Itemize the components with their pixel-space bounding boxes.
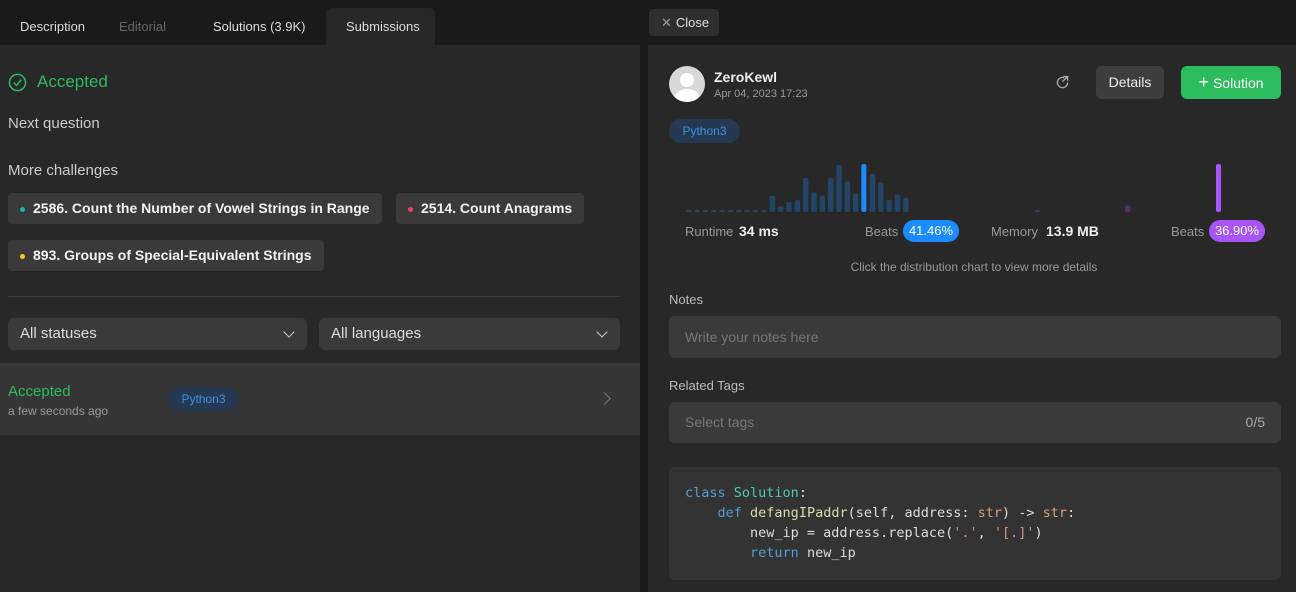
notes-label: Notes (669, 292, 703, 307)
memory-beats-badge: 36.90% (1209, 220, 1265, 242)
distribution-bar[interactable] (869, 173, 876, 212)
tab-solutions[interactable]: Solutions (3.9K) (193, 8, 326, 45)
distribution-bar[interactable] (903, 197, 909, 212)
details-button[interactable]: Details (1096, 66, 1164, 99)
runtime-value: 34 ms (739, 223, 779, 239)
solution-button[interactable]: + Solution (1181, 66, 1281, 99)
runtime-distribution-chart[interactable] (678, 160, 968, 215)
distribution-bar[interactable] (702, 210, 709, 212)
plus-icon: + (1198, 72, 1209, 92)
highlighted-bar[interactable] (1216, 164, 1221, 212)
distribution-bar[interactable] (786, 202, 792, 212)
chevron-down-icon (596, 326, 608, 338)
challenge-chip[interactable]: 2514. Count Anagrams (396, 193, 585, 224)
distribution-bar[interactable] (853, 193, 859, 212)
table-row[interactable]: Accepted a few seconds ago Python3 (0, 363, 640, 435)
memory-label: Memory (991, 224, 1038, 239)
distribution-bar[interactable] (744, 210, 750, 212)
distribution-bar[interactable] (694, 210, 700, 212)
difficulty-dot (20, 253, 25, 259)
distribution-bar[interactable] (1125, 205, 1131, 212)
submission-time: a few seconds ago (8, 404, 109, 418)
submission-date: Apr 04, 2023 17:23 (714, 88, 808, 100)
language-filter-select[interactable]: All languages (319, 318, 620, 350)
tab-editorial[interactable]: Editorial (99, 8, 186, 45)
memory-distribution-chart[interactable] (1028, 160, 1228, 215)
challenge-chip[interactable]: 893. Groups of Special-Equivalent String… (8, 240, 324, 271)
difficulty-dot (408, 206, 413, 212)
status-heading: Accepted (8, 72, 108, 92)
distribution-bar[interactable] (844, 181, 851, 212)
related-tags-label: Related Tags (669, 378, 745, 393)
memory-beats-label: Beats (1171, 224, 1205, 239)
tab-description[interactable]: Description (0, 8, 105, 45)
distribution-bar[interactable] (686, 210, 692, 212)
next-question-link[interactable]: Next question (8, 115, 100, 132)
distribution-bar[interactable] (736, 210, 742, 212)
distribution-bar[interactable] (769, 195, 776, 212)
distribution-bar[interactable] (811, 192, 817, 212)
distribution-bar[interactable] (836, 165, 842, 212)
code-block: class Solution: def defangIPaddr(self, a… (669, 467, 1281, 580)
language-badge: Python3 (669, 119, 740, 143)
chevron-right-icon (598, 392, 611, 405)
memory-value: 13.9 MB (1046, 223, 1099, 239)
distribution-bar[interactable] (711, 210, 717, 212)
close-icon: ✕ (661, 15, 672, 30)
runtime-beats-label: Beats (865, 224, 899, 239)
distribution-bar[interactable] (727, 210, 734, 212)
avatar (669, 66, 705, 102)
tags-count: 0/5 (1245, 414, 1265, 430)
distribution-bar[interactable] (886, 200, 892, 212)
share-icon[interactable] (1054, 74, 1071, 91)
tab-submissions[interactable]: Submissions (326, 8, 435, 45)
challenge-chip[interactable]: 2586. Count the Number of Vowel Strings … (8, 193, 382, 224)
distribution-bar[interactable] (827, 178, 834, 212)
distribution-bar[interactable] (878, 182, 884, 212)
username[interactable]: ZeroKewl (714, 69, 777, 85)
runtime-beats-badge: 41.46% (903, 220, 959, 242)
distribution-bar[interactable] (794, 200, 801, 212)
chart-hint: Click the distribution chart to view mor… (850, 260, 1098, 274)
distribution-bar[interactable] (777, 206, 784, 212)
distribution-bar[interactable] (894, 194, 901, 212)
more-challenges-label: More challenges (8, 162, 119, 179)
close-button[interactable]: ✕ Close (649, 9, 719, 36)
distribution-bar[interactable] (761, 210, 767, 212)
language-badge: Python3 (168, 387, 239, 411)
runtime-label: Runtime (685, 224, 734, 239)
distribution-bar[interactable] (752, 210, 759, 212)
check-circle-icon (8, 73, 27, 91)
highlighted-bar[interactable] (861, 164, 867, 212)
status-filter-select[interactable]: All statuses (8, 318, 307, 350)
difficulty-dot (20, 206, 25, 212)
distribution-bar[interactable] (719, 210, 725, 212)
chevron-down-icon (283, 326, 295, 338)
submission-detail-panel: ZeroKewl Apr 04, 2023 17:23 Details + Sol… (648, 45, 1296, 592)
divider (8, 296, 620, 297)
tags-select[interactable]: Select tags 0/5 (669, 402, 1281, 443)
submission-status: Accepted (8, 383, 71, 400)
distribution-bar[interactable] (1035, 210, 1041, 212)
distribution-bar[interactable] (802, 178, 809, 212)
submission-result-panel: Accepted Next question More challenges 2… (0, 45, 640, 592)
notes-input[interactable]: Write your notes here (669, 316, 1281, 358)
distribution-bar[interactable] (819, 195, 826, 212)
